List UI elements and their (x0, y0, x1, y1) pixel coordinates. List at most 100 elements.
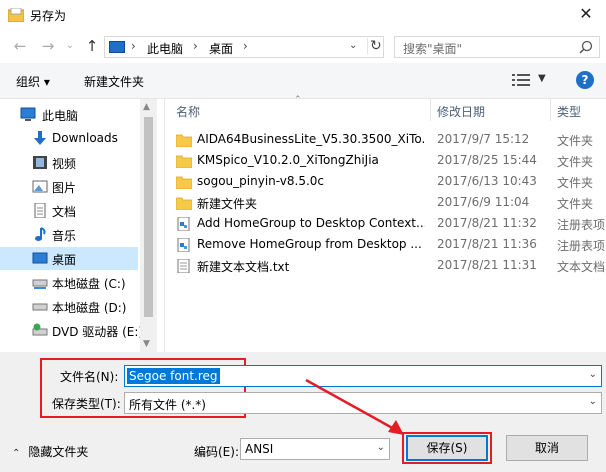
scroll-down-icon[interactable]: ▼ (143, 339, 150, 349)
folder-icon (176, 197, 192, 210)
filename-input[interactable]: Segoe font.reg ⌄ (124, 365, 602, 387)
download-icon (34, 131, 46, 145)
address-box[interactable]: › 此电脑 › 桌面 › ⌄ ↻ (104, 36, 384, 58)
organize-button[interactable]: 组织 ▾ (16, 73, 50, 90)
nav-item-pictures[interactable]: 图片 (0, 175, 138, 198)
text-file-icon (177, 259, 190, 273)
file-type: 注册表项 (557, 239, 605, 253)
refresh-icon[interactable]: ↻ (367, 38, 383, 54)
save-as-icon (8, 8, 24, 22)
view-dropdown-chevron-icon[interactable]: ▼ (538, 73, 546, 84)
nav-item-desktop[interactable]: 桌面 (0, 247, 138, 270)
file-date: 2017/9/7 15:12 (437, 132, 530, 146)
registry-icon (177, 238, 190, 252)
recent-chevron-down-icon[interactable]: ⌄ (60, 35, 80, 57)
view-options-icon[interactable] (512, 73, 530, 87)
search-icon (579, 40, 593, 54)
breadcrumb-this-pc[interactable]: 此电脑 (147, 40, 183, 57)
file-type: 文本文档 (557, 260, 605, 274)
nav-item-videos[interactable]: 视频 (0, 151, 138, 174)
file-row[interactable]: Add HomeGroup to Desktop Context... 2017… (166, 214, 606, 235)
nav-item-music[interactable]: 音乐 (0, 223, 138, 246)
nav-item-this-pc[interactable]: 此电脑 (0, 103, 138, 126)
breadcrumb-separator-icon[interactable]: › (193, 39, 198, 53)
hide-folders-label: 隐藏文件夹 (28, 445, 89, 459)
nav-scrollbar[interactable]: ▲ ▼ (140, 99, 157, 352)
file-name: 新建文本文档.txt (197, 260, 290, 274)
navigation-pane: 此电脑 Downloads 视频 图片 文档 音乐 桌面 本地磁盘 (C:) 本… (0, 99, 165, 352)
close-button[interactable]: ✕ (566, 0, 606, 30)
document-icon (34, 203, 46, 218)
filename-label: 文件名(N): (60, 370, 119, 384)
help-icon[interactable]: ? (576, 71, 594, 89)
file-type-chevron-icon[interactable]: ⌄ (589, 396, 597, 407)
file-name: Remove HomeGroup from Desktop ... (197, 237, 422, 251)
scroll-up-icon[interactable]: ▲ (143, 102, 150, 112)
search-input[interactable]: 搜索"桌面" (394, 36, 600, 58)
filename-dropdown-chevron-icon[interactable]: ⌄ (589, 369, 597, 380)
nav-item-label: DVD 驱动器 (E:) (52, 325, 144, 339)
breadcrumb-separator-icon[interactable]: › (243, 39, 248, 53)
hide-folders-toggle[interactable]: ⌃ 隐藏文件夹 (12, 443, 88, 460)
nav-item-documents[interactable]: 文档 (0, 199, 138, 222)
desktop-icon (32, 252, 48, 264)
file-type-select[interactable]: 所有文件 (*.*) ⌄ (124, 392, 602, 414)
column-header-date[interactable]: 修改日期 (437, 103, 485, 125)
breadcrumb-separator-icon[interactable]: › (131, 39, 136, 53)
breadcrumb-desktop[interactable]: 桌面 (209, 40, 233, 57)
column-header-name[interactable]: 名称 (176, 103, 200, 125)
file-row[interactable]: Remove HomeGroup from Desktop ... 2017/8… (166, 235, 606, 256)
file-type: 文件夹 (557, 155, 594, 169)
file-date: 2017/8/21 11:32 (437, 216, 537, 230)
pc-icon (109, 41, 125, 53)
file-row[interactable]: 新建文件夹 2017/6/9 11:04 文件夹 (166, 193, 606, 214)
encoding-value: ANSI (245, 442, 274, 456)
file-name: sogou_pinyin-v8.5.0c (197, 174, 324, 188)
file-name: KMSpico_V10.2.0_XiTongZhiJia (197, 153, 379, 167)
encoding-select[interactable]: ANSI ⌄ (240, 438, 390, 460)
scrollbar-thumb[interactable] (144, 117, 153, 317)
file-date: 2017/6/13 10:43 (437, 174, 537, 188)
file-type: 注册表项 (557, 218, 605, 232)
window-title: 另存为 (30, 9, 67, 23)
nav-item-label: Downloads (52, 131, 118, 145)
address-history-chevron-icon[interactable]: ⌄ (349, 40, 357, 51)
nav-item-label: 文档 (52, 205, 77, 219)
nav-item-label: 此电脑 (42, 109, 79, 123)
file-row[interactable]: KMSpico_V10.2.0_XiTongZhiJia 2017/8/25 1… (166, 151, 606, 172)
up-arrow-icon[interactable]: ↑ (82, 35, 102, 57)
back-arrow-icon[interactable]: ← (10, 35, 30, 57)
new-folder-button[interactable]: 新建文件夹 (84, 73, 144, 90)
file-name: Add HomeGroup to Desktop Context... (197, 216, 425, 230)
nav-item-label: 本地磁盘 (D:) (52, 301, 127, 315)
command-bar: 组织 ▾ 新建文件夹 ▼ ? (0, 63, 606, 99)
nav-item-dvd-drive[interactable]: DVD 驱动器 (E:) (0, 319, 143, 342)
nav-item-downloads[interactable]: Downloads (0, 127, 138, 150)
column-header-type[interactable]: 类型 (557, 103, 581, 125)
file-type-label: 保存类型(T): (52, 397, 121, 411)
save-button[interactable]: 保存(S) (406, 435, 488, 461)
encoding-chevron-icon[interactable]: ⌄ (377, 442, 385, 453)
filename-value: Segoe font.reg (127, 368, 220, 384)
column-divider[interactable] (550, 99, 551, 121)
nav-item-drive-c[interactable]: 本地磁盘 (C:) (0, 271, 138, 294)
chevron-up-icon: ⌃ (12, 448, 21, 459)
file-row[interactable]: 新建文本文档.txt 2017/8/21 11:31 文本文档 (166, 256, 606, 277)
file-row[interactable]: sogou_pinyin-v8.5.0c 2017/6/13 10:43 文件夹 (166, 172, 606, 193)
dvd-icon (32, 323, 48, 336)
nav-item-label: 本地磁盘 (C:) (52, 277, 126, 291)
file-list: ⌃ 名称 修改日期 类型 AIDA64BusinessLite_V5.30.35… (166, 95, 606, 352)
folder-icon (176, 155, 192, 168)
file-row[interactable]: AIDA64BusinessLite_V5.30.3500_XiTo... 20… (166, 130, 606, 151)
file-name: AIDA64BusinessLite_V5.30.3500_XiTo... (197, 132, 425, 146)
forward-arrow-icon[interactable]: → (38, 35, 58, 57)
cancel-button[interactable]: 取消 (506, 435, 588, 461)
file-type-value: 所有文件 (*.*) (129, 398, 206, 412)
column-divider[interactable] (430, 99, 431, 121)
file-date: 2017/6/9 11:04 (437, 195, 530, 209)
nav-item-label: 视频 (52, 157, 77, 171)
nav-item-drive-d[interactable]: 本地磁盘 (D:) (0, 295, 138, 318)
title-bar: 另存为 ✕ (0, 0, 606, 31)
picture-icon (32, 180, 48, 193)
folder-icon (176, 134, 192, 147)
